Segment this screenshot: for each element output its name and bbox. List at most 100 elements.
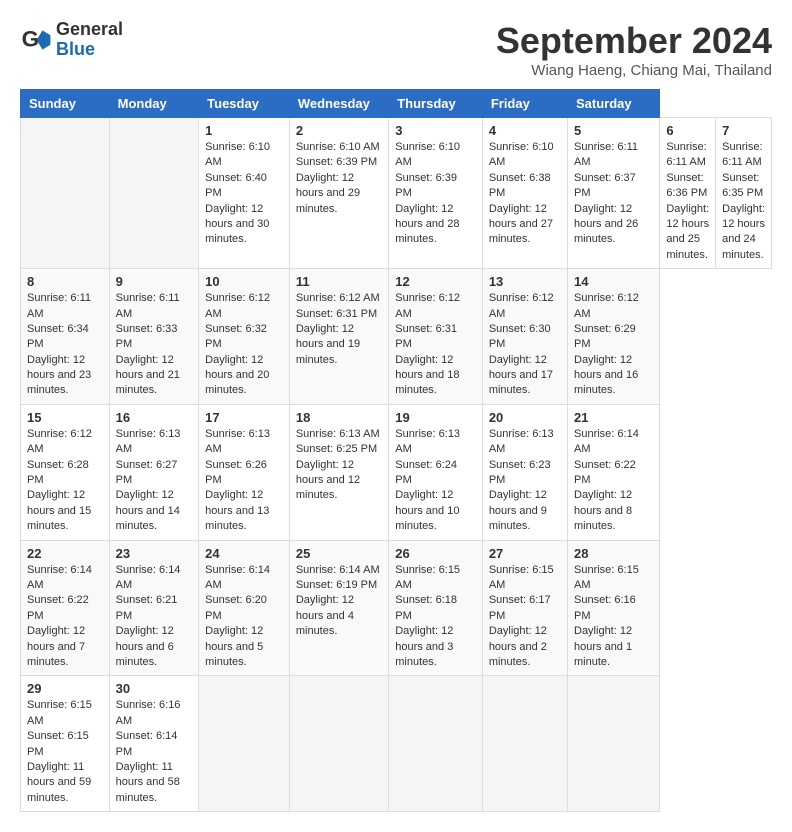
daylight: Daylight: 12 hours and 7 minutes. <box>27 625 85 668</box>
sunset: Sunset: 6:35 PM <box>722 172 763 199</box>
col-saturday: Saturday <box>568 90 660 118</box>
cell-content: Sunrise: 6:13 AM Sunset: 6:25 PM Dayligh… <box>296 427 382 504</box>
sunset: Sunset: 6:39 PM <box>296 156 377 168</box>
table-cell: 6 Sunrise: 6:11 AM Sunset: 6:36 PM Dayli… <box>660 118 716 269</box>
sunrise: Sunrise: 6:11 AM <box>574 141 638 168</box>
cell-content: Sunrise: 6:14 AM Sunset: 6:19 PM Dayligh… <box>296 563 382 640</box>
cell-content: Sunrise: 6:15 AM Sunset: 6:15 PM Dayligh… <box>27 698 103 806</box>
table-cell: 7 Sunrise: 6:11 AM Sunset: 6:35 PM Dayli… <box>716 118 772 269</box>
cell-content: Sunrise: 6:12 AM Sunset: 6:28 PM Dayligh… <box>27 427 103 535</box>
cell-content: Sunrise: 6:10 AM Sunset: 6:39 PM Dayligh… <box>296 140 382 217</box>
sunset: Sunset: 6:34 PM <box>27 323 89 350</box>
table-cell: 29 Sunrise: 6:15 AM Sunset: 6:15 PM Dayl… <box>21 676 110 812</box>
table-cell: 9 Sunrise: 6:11 AM Sunset: 6:33 PM Dayli… <box>109 269 199 405</box>
sunrise: Sunrise: 6:16 AM <box>116 699 181 726</box>
cell-content: Sunrise: 6:14 AM Sunset: 6:22 PM Dayligh… <box>27 563 103 671</box>
sunrise: Sunrise: 6:13 AM <box>205 428 270 455</box>
col-sunday: Sunday <box>21 90 110 118</box>
calendar-row-2: 8 Sunrise: 6:11 AM Sunset: 6:34 PM Dayli… <box>21 269 772 405</box>
col-wednesday: Wednesday <box>289 90 388 118</box>
cell-content: Sunrise: 6:15 AM Sunset: 6:17 PM Dayligh… <box>489 563 561 671</box>
daylight: Daylight: 12 hours and 4 minutes. <box>296 594 354 637</box>
sunset: Sunset: 6:39 PM <box>395 172 457 199</box>
day-number: 21 <box>574 410 653 425</box>
daylight: Daylight: 12 hours and 8 minutes. <box>574 489 632 532</box>
table-cell: 12 Sunrise: 6:12 AM Sunset: 6:31 PM Dayl… <box>389 269 483 405</box>
sunrise: Sunrise: 6:11 AM <box>722 141 762 168</box>
daylight: Daylight: 12 hours and 23 minutes. <box>27 354 91 397</box>
sunrise: Sunrise: 6:15 AM <box>395 564 460 591</box>
day-number: 25 <box>296 546 382 561</box>
sunrise: Sunrise: 6:14 AM <box>574 428 639 455</box>
cell-content: Sunrise: 6:15 AM Sunset: 6:18 PM Dayligh… <box>395 563 476 671</box>
sunset: Sunset: 6:15 PM <box>27 730 89 757</box>
day-number: 5 <box>574 123 653 138</box>
table-cell <box>568 676 660 812</box>
sunset: Sunset: 6:29 PM <box>574 323 636 350</box>
daylight: Daylight: 12 hours and 18 minutes. <box>395 354 459 397</box>
daylight: Daylight: 12 hours and 24 minutes. <box>722 203 765 261</box>
daylight: Daylight: 11 hours and 59 minutes. <box>27 761 91 804</box>
sunset: Sunset: 6:28 PM <box>27 459 89 486</box>
cell-content: Sunrise: 6:12 AM Sunset: 6:29 PM Dayligh… <box>574 291 653 399</box>
daylight: Daylight: 12 hours and 25 minutes. <box>666 203 709 261</box>
cell-content: Sunrise: 6:14 AM Sunset: 6:20 PM Dayligh… <box>205 563 283 671</box>
table-cell: 5 Sunrise: 6:11 AM Sunset: 6:37 PM Dayli… <box>568 118 660 269</box>
table-cell: 21 Sunrise: 6:14 AM Sunset: 6:22 PM Dayl… <box>568 404 660 540</box>
calendar-row-1: 1 Sunrise: 6:10 AM Sunset: 6:40 PM Dayli… <box>21 118 772 269</box>
table-cell: 20 Sunrise: 6:13 AM Sunset: 6:23 PM Dayl… <box>482 404 567 540</box>
sunrise: Sunrise: 6:11 AM <box>666 141 706 168</box>
sunset: Sunset: 6:32 PM <box>205 323 267 350</box>
day-number: 10 <box>205 274 283 289</box>
sunset: Sunset: 6:26 PM <box>205 459 267 486</box>
col-thursday: Thursday <box>389 90 483 118</box>
sunset: Sunset: 6:18 PM <box>395 594 457 621</box>
day-number: 9 <box>116 274 193 289</box>
calendar-row-3: 15 Sunrise: 6:12 AM Sunset: 6:28 PM Dayl… <box>21 404 772 540</box>
daylight: Daylight: 12 hours and 17 minutes. <box>489 354 553 397</box>
sunset: Sunset: 6:31 PM <box>296 308 377 320</box>
day-number: 23 <box>116 546 193 561</box>
day-number: 12 <box>395 274 476 289</box>
table-cell: 25 Sunrise: 6:14 AM Sunset: 6:19 PM Dayl… <box>289 540 388 676</box>
daylight: Daylight: 11 hours and 58 minutes. <box>116 761 180 804</box>
day-number: 6 <box>666 123 709 138</box>
col-monday: Monday <box>109 90 199 118</box>
logo-general: General <box>56 19 123 39</box>
day-number: 27 <box>489 546 561 561</box>
day-number: 17 <box>205 410 283 425</box>
sunrise: Sunrise: 6:10 AM <box>489 141 554 168</box>
page-header: G General Blue September 2024 Wiang Haen… <box>20 20 772 79</box>
day-number: 14 <box>574 274 653 289</box>
daylight: Daylight: 12 hours and 14 minutes. <box>116 489 180 532</box>
table-cell: 22 Sunrise: 6:14 AM Sunset: 6:22 PM Dayl… <box>21 540 110 676</box>
title-block: September 2024 Wiang Haeng, Chiang Mai, … <box>496 20 772 79</box>
table-cell: 27 Sunrise: 6:15 AM Sunset: 6:17 PM Dayl… <box>482 540 567 676</box>
cell-content: Sunrise: 6:13 AM Sunset: 6:27 PM Dayligh… <box>116 427 193 535</box>
cell-content: Sunrise: 6:15 AM Sunset: 6:16 PM Dayligh… <box>574 563 653 671</box>
sunrise: Sunrise: 6:10 AM <box>395 141 460 168</box>
day-number: 2 <box>296 123 382 138</box>
day-number: 4 <box>489 123 561 138</box>
sunrise: Sunrise: 6:11 AM <box>116 292 180 319</box>
table-cell: 13 Sunrise: 6:12 AM Sunset: 6:30 PM Dayl… <box>482 269 567 405</box>
cell-content: Sunrise: 6:14 AM Sunset: 6:21 PM Dayligh… <box>116 563 193 671</box>
daylight: Daylight: 12 hours and 2 minutes. <box>489 625 547 668</box>
table-cell: 3 Sunrise: 6:10 AM Sunset: 6:39 PM Dayli… <box>389 118 483 269</box>
day-number: 18 <box>296 410 382 425</box>
day-number: 15 <box>27 410 103 425</box>
daylight: Daylight: 12 hours and 6 minutes. <box>116 625 174 668</box>
sunrise: Sunrise: 6:14 AM <box>205 564 270 591</box>
sunrise: Sunrise: 6:12 AM <box>574 292 639 319</box>
sunset: Sunset: 6:21 PM <box>116 594 178 621</box>
sunrise: Sunrise: 6:10 AM <box>205 141 270 168</box>
sunset: Sunset: 6:27 PM <box>116 459 178 486</box>
sunrise: Sunrise: 6:15 AM <box>574 564 639 591</box>
sunset: Sunset: 6:31 PM <box>395 323 457 350</box>
table-cell: 4 Sunrise: 6:10 AM Sunset: 6:38 PM Dayli… <box>482 118 567 269</box>
location: Wiang Haeng, Chiang Mai, Thailand <box>496 62 772 79</box>
cell-content: Sunrise: 6:11 AM Sunset: 6:35 PM Dayligh… <box>722 140 765 263</box>
table-cell: 28 Sunrise: 6:15 AM Sunset: 6:16 PM Dayl… <box>568 540 660 676</box>
col-friday: Friday <box>482 90 567 118</box>
day-number: 29 <box>27 681 103 696</box>
